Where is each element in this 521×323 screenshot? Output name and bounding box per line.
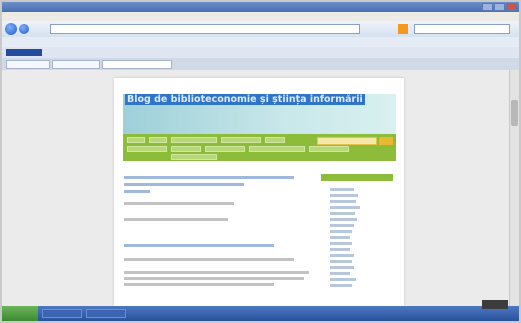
nav-item[interactable]	[127, 146, 167, 152]
post-title[interactable]	[124, 176, 294, 179]
post-title-line[interactable]	[124, 190, 150, 193]
maximize-button[interactable]	[494, 3, 505, 11]
sidebar-link[interactable]	[330, 194, 358, 197]
forward-icon[interactable]	[19, 24, 29, 34]
blog-nav	[123, 134, 396, 161]
sidebar-link[interactable]	[330, 188, 354, 191]
window-titlebar	[2, 2, 519, 12]
post-text	[124, 277, 304, 280]
tab-active[interactable]	[102, 60, 172, 69]
sidebar-link[interactable]	[330, 206, 360, 209]
photo-frame: Blog de biblioteconomie și știința infor…	[0, 0, 521, 323]
browser-search-input[interactable]	[414, 24, 510, 34]
blog-page: Blog de biblioteconomie și știința infor…	[114, 78, 404, 306]
nav-item[interactable]	[265, 137, 285, 143]
close-button[interactable]	[506, 3, 517, 11]
nav-item[interactable]	[171, 154, 217, 160]
post-title[interactable]	[124, 244, 274, 247]
nav-item[interactable]	[309, 146, 349, 152]
sidebar-link[interactable]	[330, 200, 356, 203]
sidebar-link[interactable]	[330, 284, 352, 287]
taskbar	[2, 306, 519, 321]
post-text	[124, 271, 309, 274]
sidebar-link[interactable]	[330, 230, 352, 233]
nav-item[interactable]	[149, 137, 167, 143]
sidebar-link[interactable]	[330, 212, 355, 215]
address-bar[interactable]	[50, 24, 360, 34]
sidebar-link[interactable]	[330, 242, 352, 245]
tooltip	[482, 300, 508, 309]
sidebar-link[interactable]	[330, 254, 354, 257]
menu-bar	[2, 12, 519, 21]
blog-search-button[interactable]	[379, 137, 393, 145]
tab-1[interactable]	[6, 60, 50, 69]
nav-item[interactable]	[171, 137, 217, 143]
back-icon[interactable]	[5, 23, 17, 35]
search-toolbar	[2, 47, 519, 58]
windows-start-icon[interactable]	[2, 306, 38, 321]
blog-title[interactable]: Blog de biblioteconomie și știința infor…	[125, 94, 365, 105]
sidebar-link[interactable]	[330, 236, 350, 239]
nav-item[interactable]	[205, 146, 245, 152]
sidebar-link[interactable]	[330, 278, 356, 281]
minimize-button[interactable]	[482, 3, 493, 11]
sidebar-heading	[321, 174, 393, 181]
nav-item[interactable]	[127, 137, 145, 143]
post-text	[124, 218, 228, 221]
post-meta	[124, 202, 234, 205]
sidebar-link[interactable]	[330, 248, 350, 251]
sidebar-link[interactable]	[330, 272, 350, 275]
scrollbar-thumb[interactable]	[511, 100, 518, 126]
taskbar-item[interactable]	[86, 309, 126, 318]
window-controls	[482, 3, 517, 11]
post-text	[124, 258, 294, 261]
post-text	[124, 283, 274, 286]
blog-search-input[interactable]	[317, 137, 377, 145]
monitor-screen: Blog de biblioteconomie și știința infor…	[2, 2, 519, 321]
favorites-bar	[2, 37, 519, 47]
sidebar-link[interactable]	[330, 224, 354, 227]
sidebar-link[interactable]	[330, 260, 352, 263]
nav-item[interactable]	[249, 146, 305, 152]
browser-viewport: Blog de biblioteconomie și știința infor…	[2, 70, 509, 306]
tab-bar	[2, 58, 519, 70]
navigation-bar	[2, 21, 519, 37]
vertical-scrollbar[interactable]	[509, 70, 519, 306]
sidebar-link[interactable]	[330, 266, 354, 269]
sidebar-link[interactable]	[330, 218, 357, 221]
rss-icon[interactable]	[398, 24, 408, 34]
tab-2[interactable]	[52, 60, 100, 69]
nav-item[interactable]	[221, 137, 261, 143]
taskbar-item[interactable]	[42, 309, 82, 318]
toolbar-logo[interactable]	[6, 49, 42, 56]
nav-item[interactable]	[171, 146, 201, 152]
post-title-line[interactable]	[124, 183, 244, 186]
